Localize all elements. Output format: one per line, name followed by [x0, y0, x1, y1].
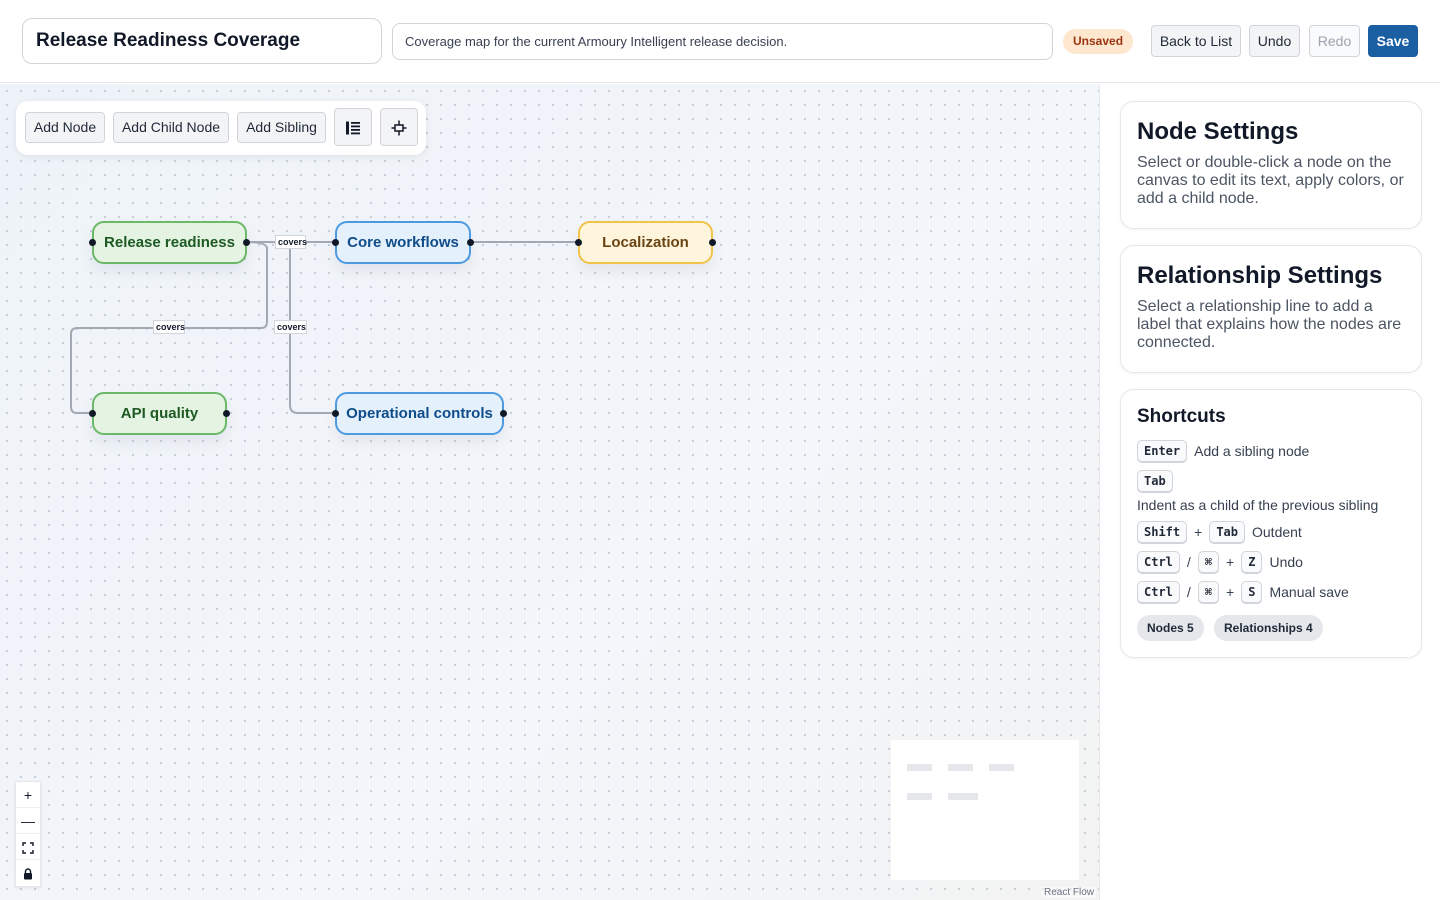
connection-handle[interactable]: [709, 239, 716, 246]
shortcut-undo: Ctrl / ⌘ + Z Undo: [1137, 551, 1303, 573]
shortcut-description: Add a sibling node: [1194, 443, 1310, 459]
plus-separator: +: [1226, 584, 1235, 600]
key-ctrl: Ctrl: [1137, 551, 1180, 573]
shortcut-save: Ctrl / ⌘ + S Manual save: [1137, 581, 1349, 603]
minimap-node: [948, 793, 978, 800]
diagram-description-input[interactable]: [392, 23, 1053, 60]
node-label: Release readiness: [104, 234, 235, 251]
node-label: Localization: [602, 234, 689, 251]
connection-handle[interactable]: [243, 239, 250, 246]
relationship-settings-title: Relationship Settings: [1137, 262, 1383, 289]
node-localization[interactable]: Localization: [575, 221, 716, 264]
shortcut-description: Outdent: [1252, 524, 1302, 540]
fit-view-icon: [22, 842, 34, 854]
connection-handle[interactable]: [89, 239, 96, 246]
relationships-count-badge: Relationships 4: [1214, 615, 1323, 641]
slash-separator: /: [1186, 584, 1191, 600]
minimap[interactable]: [891, 740, 1079, 880]
key-cmd: ⌘: [1197, 551, 1220, 573]
plus-separator: +: [1194, 524, 1203, 540]
minimap-node: [907, 764, 932, 771]
add-child-node-button[interactable]: Add Child Node: [113, 112, 229, 143]
settings-sidebar: Node Settings Select or double-click a n…: [1101, 84, 1440, 900]
edge-label-covers[interactable]: covers: [275, 235, 307, 249]
node-api-quality[interactable]: API quality: [89, 392, 230, 435]
node-label: Operational controls: [346, 405, 493, 422]
relationship-settings-card: Relationship Settings Select a relations…: [1120, 245, 1422, 373]
canvas-toolbar: Add Node Add Child Node Add Sibling: [16, 101, 426, 155]
fit-view-button[interactable]: [16, 834, 40, 860]
plus-separator: +: [1226, 554, 1235, 570]
diagram-title-input[interactable]: [22, 18, 382, 64]
redo-button[interactable]: Redo: [1309, 25, 1360, 57]
shortcut-description: Undo: [1269, 554, 1303, 570]
node-core-workflows[interactable]: Core workflows: [332, 221, 474, 264]
node-settings-title: Node Settings: [1137, 118, 1299, 145]
canvas-controls: + —: [15, 781, 41, 887]
key-s: S: [1241, 581, 1263, 603]
react-flow-attribution[interactable]: React Flow: [1041, 887, 1096, 898]
connection-handle[interactable]: [467, 239, 474, 246]
add-node-button[interactable]: Add Node: [25, 112, 105, 143]
connection-handle[interactable]: [332, 239, 339, 246]
undo-button[interactable]: Undo: [1249, 25, 1300, 57]
node-settings-text: Select or double-click a node on the can…: [1137, 154, 1404, 207]
shortcuts-card: Shortcuts Enter Add a sibling node Tab I…: [1120, 389, 1422, 658]
key-shift: Shift: [1137, 521, 1188, 543]
key-enter: Enter: [1137, 440, 1188, 462]
node-release-readiness[interactable]: Release readiness: [89, 221, 250, 264]
node-label: Core workflows: [347, 234, 459, 251]
minimap-node: [989, 764, 1014, 771]
node-settings-card: Node Settings Select or double-click a n…: [1120, 101, 1422, 229]
nodes-count-badge: Nodes 5: [1137, 615, 1204, 641]
shortcut-tab: Tab: [1137, 470, 1173, 492]
outline-view-icon[interactable]: [334, 108, 372, 146]
key-ctrl: Ctrl: [1137, 581, 1180, 603]
key-tab: Tab: [1137, 470, 1173, 492]
connection-handle[interactable]: [223, 410, 230, 417]
edge-label-covers[interactable]: covers: [274, 320, 307, 334]
editor-header: Unsaved Back to List Undo Redo Save: [0, 0, 1440, 83]
minimap-node: [907, 793, 932, 800]
save-button[interactable]: Save: [1368, 25, 1418, 57]
minimap-node: [948, 764, 973, 771]
relationship-settings-text: Select a relationship line to add a labe…: [1137, 298, 1402, 351]
shortcut-description: Manual save: [1269, 584, 1349, 600]
back-to-list-button[interactable]: Back to List: [1151, 25, 1241, 57]
key-z: Z: [1241, 551, 1263, 573]
connection-handle[interactable]: [500, 410, 507, 417]
diagram-canvas[interactable]: covers covers covers Release readiness C…: [0, 84, 1100, 900]
lock-icon: [24, 868, 32, 880]
shortcut-enter: Enter Add a sibling node: [1137, 440, 1309, 462]
connection-handle[interactable]: [575, 239, 582, 246]
node-label: API quality: [120, 405, 199, 422]
zoom-out-button[interactable]: —: [16, 808, 40, 834]
shortcut-tab-description: Indent as a child of the previous siblin…: [1137, 497, 1379, 513]
edge-label-covers[interactable]: covers: [153, 320, 185, 334]
add-sibling-button[interactable]: Add Sibling: [237, 112, 326, 143]
connection-handle[interactable]: [332, 410, 339, 417]
lock-button[interactable]: [16, 860, 40, 886]
zoom-in-button[interactable]: +: [16, 782, 40, 808]
node-operational-controls[interactable]: Operational controls: [332, 392, 507, 435]
slash-separator: /: [1186, 554, 1191, 570]
unsaved-status-badge: Unsaved: [1063, 29, 1134, 54]
shortcut-outdent: Shift + Tab Outdent: [1137, 521, 1302, 543]
key-tab: Tab: [1209, 521, 1245, 543]
shortcuts-title: Shortcuts: [1137, 406, 1226, 427]
key-cmd: ⌘: [1197, 581, 1220, 603]
auto-layout-icon[interactable]: [380, 108, 418, 146]
connection-handle[interactable]: [89, 410, 96, 417]
